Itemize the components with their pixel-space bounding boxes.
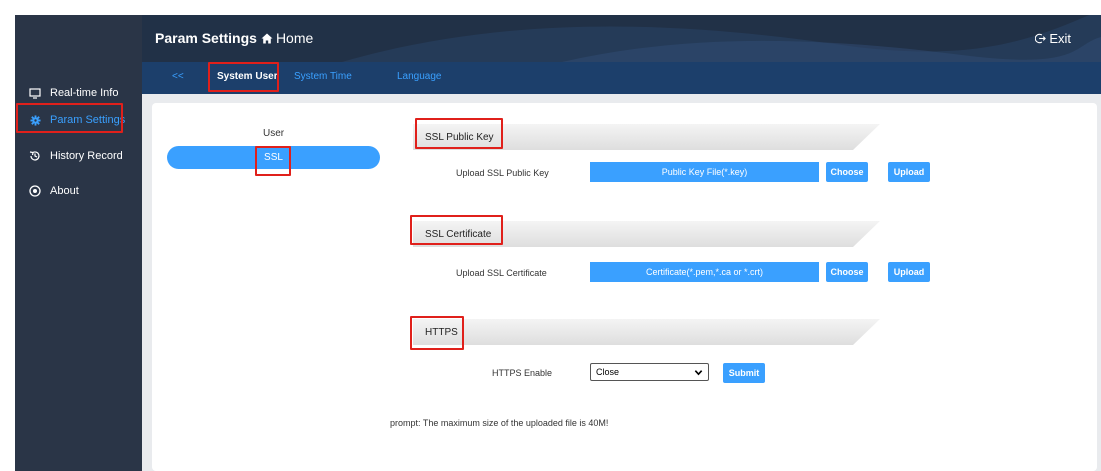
sidebar-item-param-settings[interactable]: Param Settings bbox=[15, 105, 142, 135]
sidebar-item-label: Real-time Info bbox=[50, 87, 119, 99]
upload-public-key-button[interactable]: Upload bbox=[888, 162, 930, 182]
header: Param Settings Home Exit bbox=[142, 15, 1101, 62]
subnav-user[interactable]: User bbox=[263, 128, 284, 139]
monitor-icon bbox=[28, 86, 42, 100]
gear-icon bbox=[28, 113, 42, 127]
section-header-ssl-certificate: SSL Certificate bbox=[413, 221, 880, 247]
certificate-file-field[interactable]: Certificate(*.pem,*.ca or *.crt) bbox=[590, 262, 819, 282]
https-enable-label: HTTPS Enable bbox=[492, 368, 553, 378]
upload-certificate-label: Upload SSL Certificate bbox=[456, 268, 547, 278]
https-enable-select[interactable]: Close bbox=[590, 363, 709, 381]
home-link[interactable]: Home bbox=[261, 30, 313, 46]
tab-system-user[interactable]: System User bbox=[217, 71, 278, 82]
upload-public-key-label: Upload SSL Public Key bbox=[456, 168, 549, 178]
upload-size-prompt: prompt: The maximum size of the uploaded… bbox=[390, 418, 609, 428]
tab-language[interactable]: Language bbox=[397, 71, 442, 82]
upload-certificate-button[interactable]: Upload bbox=[888, 262, 930, 282]
section-header-https: HTTPS bbox=[413, 319, 880, 345]
sidebar: Real-time Info Param Settings History Re… bbox=[15, 15, 142, 471]
tab-system-time[interactable]: System Time bbox=[294, 71, 352, 82]
exit-icon bbox=[1035, 33, 1047, 44]
tab-bar: << System User System Time Language bbox=[142, 62, 1101, 94]
sidebar-item-label: About bbox=[50, 185, 79, 197]
choose-public-key-button[interactable]: Choose bbox=[826, 162, 868, 182]
home-icon bbox=[261, 33, 273, 43]
public-key-file-field[interactable]: Public Key File(*.key) bbox=[590, 162, 819, 182]
subnav-ssl[interactable]: SSL bbox=[167, 146, 380, 169]
about-icon bbox=[28, 184, 42, 198]
submit-button[interactable]: Submit bbox=[723, 363, 765, 383]
chevron-down-icon bbox=[694, 370, 703, 376]
exit-button[interactable]: Exit bbox=[1035, 31, 1071, 46]
sidebar-item-label: History Record bbox=[50, 150, 123, 162]
history-icon bbox=[28, 149, 42, 163]
choose-certificate-button[interactable]: Choose bbox=[826, 262, 868, 282]
sidebar-item-history-record[interactable]: History Record bbox=[15, 141, 142, 171]
sidebar-item-about[interactable]: About bbox=[15, 176, 142, 206]
section-header-ssl-public-key: SSL Public Key bbox=[413, 124, 880, 150]
page-title: Param Settings Home bbox=[155, 30, 314, 46]
sidebar-item-realtime-info[interactable]: Real-time Info bbox=[15, 78, 142, 108]
tab-back[interactable]: << bbox=[172, 71, 184, 82]
sidebar-item-label: Param Settings bbox=[50, 114, 126, 126]
